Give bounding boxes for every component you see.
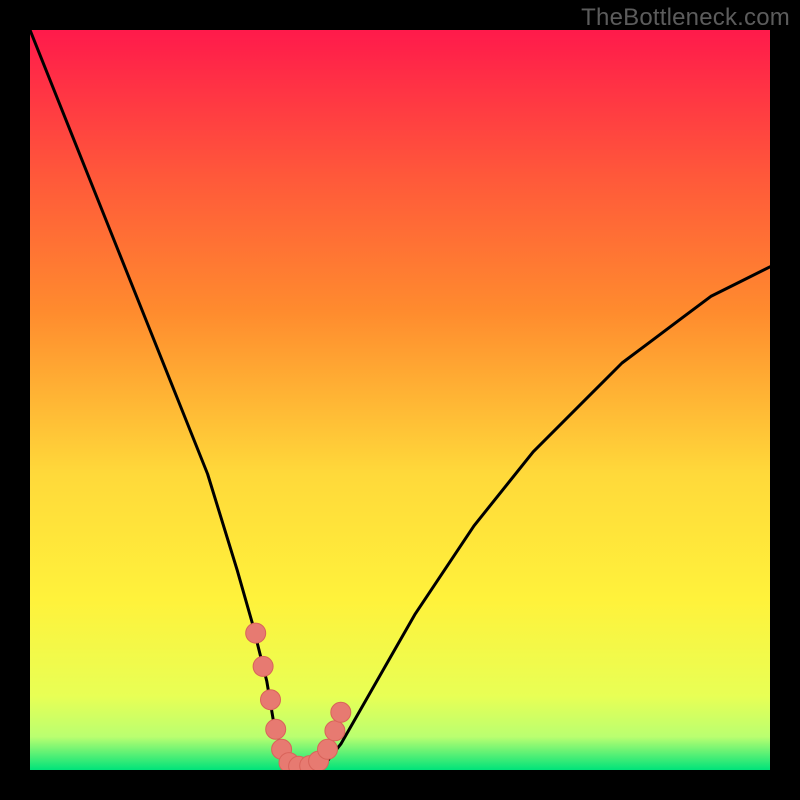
bottleneck-curve: [30, 30, 770, 766]
curve-marker: [253, 656, 273, 676]
plot-area: [30, 30, 770, 770]
curve-layer: [30, 30, 770, 770]
curve-marker: [261, 690, 281, 710]
watermark-text: TheBottleneck.com: [581, 4, 790, 32]
curve-marker: [325, 721, 345, 741]
curve-marker: [318, 739, 338, 759]
curve-marker: [266, 719, 286, 739]
curve-marker: [331, 702, 351, 722]
curve-marker: [246, 623, 266, 643]
outer-frame: TheBottleneck.com: [0, 0, 800, 800]
